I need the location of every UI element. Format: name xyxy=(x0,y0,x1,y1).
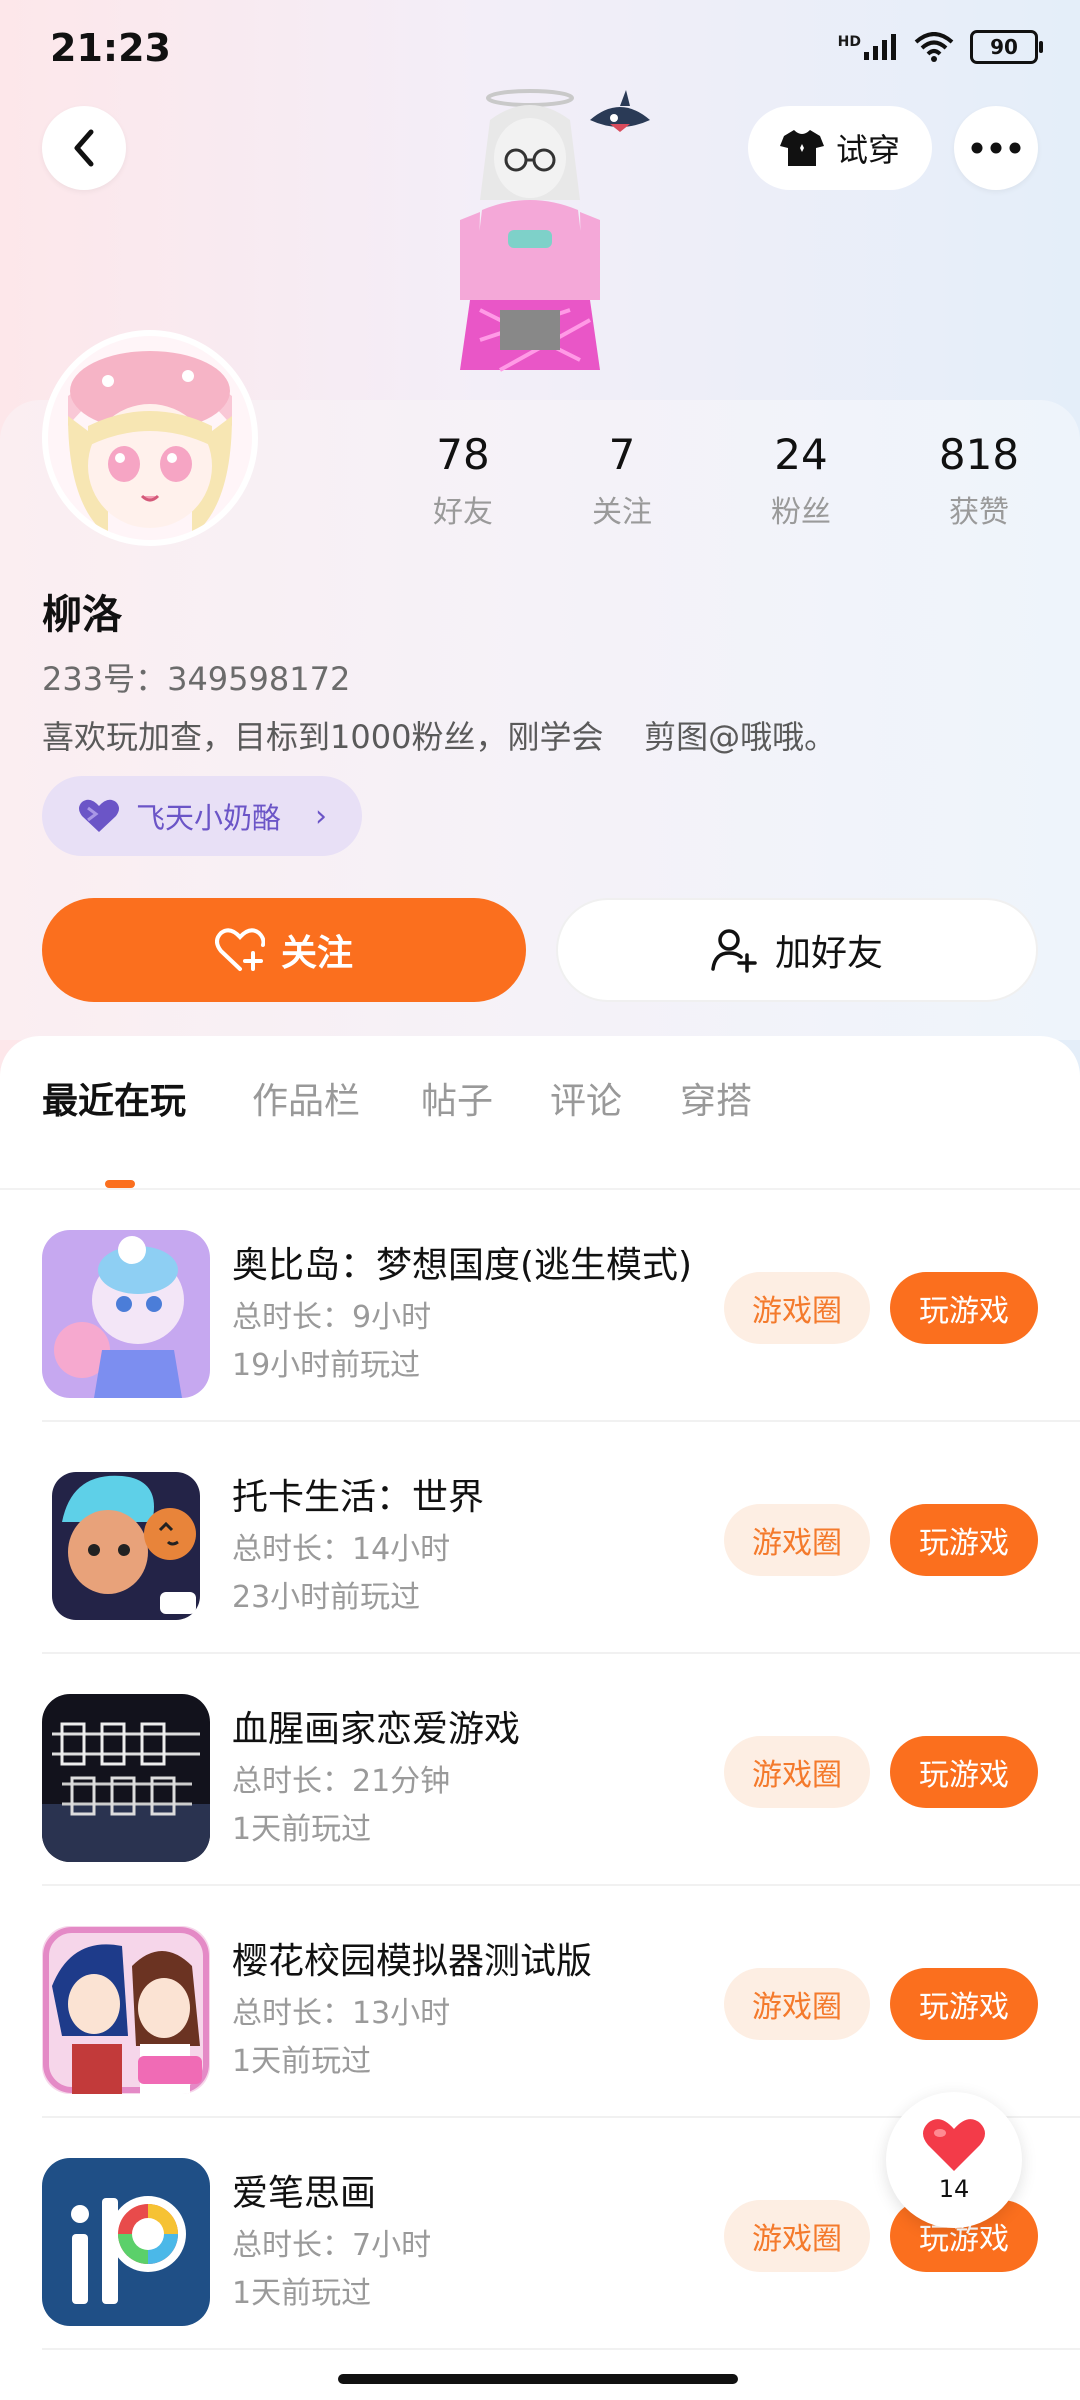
play-game-button[interactable]: 玩游戏 xyxy=(890,1504,1038,1576)
try-on-label: 试穿 xyxy=(835,131,900,169)
stat-likes-count: 818 xyxy=(938,430,1020,479)
tab-comments[interactable]: 评论 xyxy=(550,1072,622,1124)
game-circle-button[interactable]: 游戏圈 xyxy=(724,2200,870,2272)
add-friend-label: 加好友 xyxy=(774,933,883,974)
game-title: 血腥画家恋爱游戏 xyxy=(232,1709,521,1750)
game-title: 樱花校园模拟器测试版 xyxy=(232,1941,593,1982)
game-duration: 总时长：9小时 xyxy=(232,1300,432,1335)
game-circle-button[interactable]: 游戏圈 xyxy=(724,1504,870,1576)
chevron-left-icon xyxy=(74,129,94,167)
add-friend-button[interactable]: 加好友 xyxy=(556,898,1038,1002)
game-circle-button[interactable]: 游戏圈 xyxy=(724,1272,870,1344)
follow-button[interactable]: 关注 xyxy=(42,898,526,1002)
more-dots-icon xyxy=(971,142,1021,154)
game-title: 奥比岛：梦想国度(逃生模式) xyxy=(232,1245,693,1286)
stat-following-label: 关注 xyxy=(592,495,652,530)
sakura-school-icon[interactable] xyxy=(42,1926,210,2094)
chevron-right-icon: › xyxy=(315,798,328,834)
game-row[interactable]: 血腥画家恋爱游戏 总时长：21分钟 1天前玩过 游戏圈 玩游戏 xyxy=(0,1654,1080,1886)
game-last-played: 23小时前玩过 xyxy=(232,1580,421,1615)
profile-uid[interactable]: 233号：349598172 xyxy=(42,654,350,700)
floating-like-button[interactable]: 14 xyxy=(886,2092,1022,2228)
tab-posts[interactable]: 帖子 xyxy=(421,1072,493,1124)
more-button[interactable] xyxy=(954,106,1038,190)
stat-likes-label: 获赞 xyxy=(949,495,1009,530)
avatar[interactable] xyxy=(42,330,258,546)
game-duration: 总时长：13小时 xyxy=(232,1996,451,2031)
stat-friends-count: 78 xyxy=(436,430,490,479)
purple-heart-icon xyxy=(79,799,119,832)
try-on-button[interactable]: 试穿 xyxy=(748,106,932,190)
game-row[interactable]: 奥比岛：梦想国度(逃生模式) 总时长：9小时 19小时前玩过 游戏圈 玩游戏 xyxy=(0,1190,1080,1422)
like-count: 14 xyxy=(938,2175,970,2203)
wifi-icon xyxy=(914,32,954,62)
stat-likes[interactable]: 818 获赞 xyxy=(899,430,1059,531)
stat-friends[interactable]: 78 好友 xyxy=(383,430,543,531)
back-button[interactable] xyxy=(42,106,126,190)
play-game-button[interactable]: 玩游戏 xyxy=(890,1968,1038,2040)
heart-plus-icon xyxy=(214,928,265,971)
toca-life-icon[interactable] xyxy=(42,1462,210,1630)
profile-tag-badge[interactable]: 飞天小奶酪 › xyxy=(42,776,362,856)
stat-followers[interactable]: 24 粉丝 xyxy=(721,430,881,531)
game-last-played: 19小时前玩过 xyxy=(232,1348,421,1383)
profile-bio: 喜欢玩加查，目标到1000粉丝，刚学会 剪图@哦哦。 xyxy=(42,718,837,756)
status-time: 21:23 xyxy=(50,26,171,70)
heart-icon xyxy=(923,2119,985,2171)
game-last-played: 1天前玩过 xyxy=(232,1812,372,1847)
tab-works[interactable]: 作品栏 xyxy=(252,1072,360,1124)
game-title: 爱笔思画 xyxy=(232,2173,377,2214)
game-circle-button[interactable]: 游戏圈 xyxy=(724,1736,870,1808)
game-duration: 总时长：21分钟 xyxy=(232,1764,451,1799)
stat-friends-label: 好友 xyxy=(433,495,493,530)
row-divider xyxy=(42,2348,1080,2350)
stat-followers-label: 粉丝 xyxy=(771,495,831,530)
ibis-paint-icon[interactable] xyxy=(42,2158,210,2326)
game-circle-button[interactable]: 游戏圈 xyxy=(724,1968,870,2040)
home-indicator[interactable] xyxy=(338,2374,738,2384)
game-row[interactable]: 樱花校园模拟器测试版 总时长：13小时 1天前玩过 游戏圈 玩游戏 xyxy=(0,1886,1080,2118)
play-game-button[interactable]: 玩游戏 xyxy=(890,1736,1038,1808)
game-title: 托卡生活：世界 xyxy=(232,1477,485,1518)
play-game-button[interactable]: 玩游戏 xyxy=(890,1272,1038,1344)
game-duration: 总时长：14小时 xyxy=(232,1532,451,1567)
network-type-label: HD xyxy=(837,34,861,50)
stat-followers-count: 24 xyxy=(774,430,828,479)
game-last-played: 1天前玩过 xyxy=(232,2276,372,2311)
battery-icon: 90 xyxy=(970,30,1043,64)
stat-following[interactable]: 7 关注 xyxy=(542,430,702,531)
game-duration: 总时长：7小时 xyxy=(232,2228,432,2263)
tab-recently-played[interactable]: 最近在玩 xyxy=(42,1072,186,1124)
profile-tabs: 最近在玩 作品栏 帖子 评论 穿搭 xyxy=(0,1072,1080,1190)
game-last-played: 1天前玩过 xyxy=(232,2044,372,2079)
user-plus-icon xyxy=(711,929,757,973)
user-avatar-image xyxy=(48,336,252,540)
stat-following-count: 7 xyxy=(608,430,636,479)
hd-signal-icon: HD xyxy=(838,34,898,60)
avatar-3d-figure[interactable] xyxy=(420,80,680,400)
bloody-painter-icon[interactable] xyxy=(42,1694,210,1862)
tab-outfits[interactable]: 穿搭 xyxy=(680,1072,752,1124)
tab-active-indicator xyxy=(105,1180,135,1188)
profile-tag-label: 飞天小奶酪 xyxy=(136,801,282,835)
game-row[interactable]: 托卡生活：世界 总时长：14小时 23小时前玩过 游戏圈 玩游戏 xyxy=(0,1422,1080,1654)
follow-label: 关注 xyxy=(280,933,353,974)
profile-name: 柳洛 xyxy=(42,592,122,638)
status-icons: HD 90 xyxy=(838,30,1043,64)
shirt-icon xyxy=(779,130,824,166)
obi-island-icon[interactable] xyxy=(42,1230,210,1398)
